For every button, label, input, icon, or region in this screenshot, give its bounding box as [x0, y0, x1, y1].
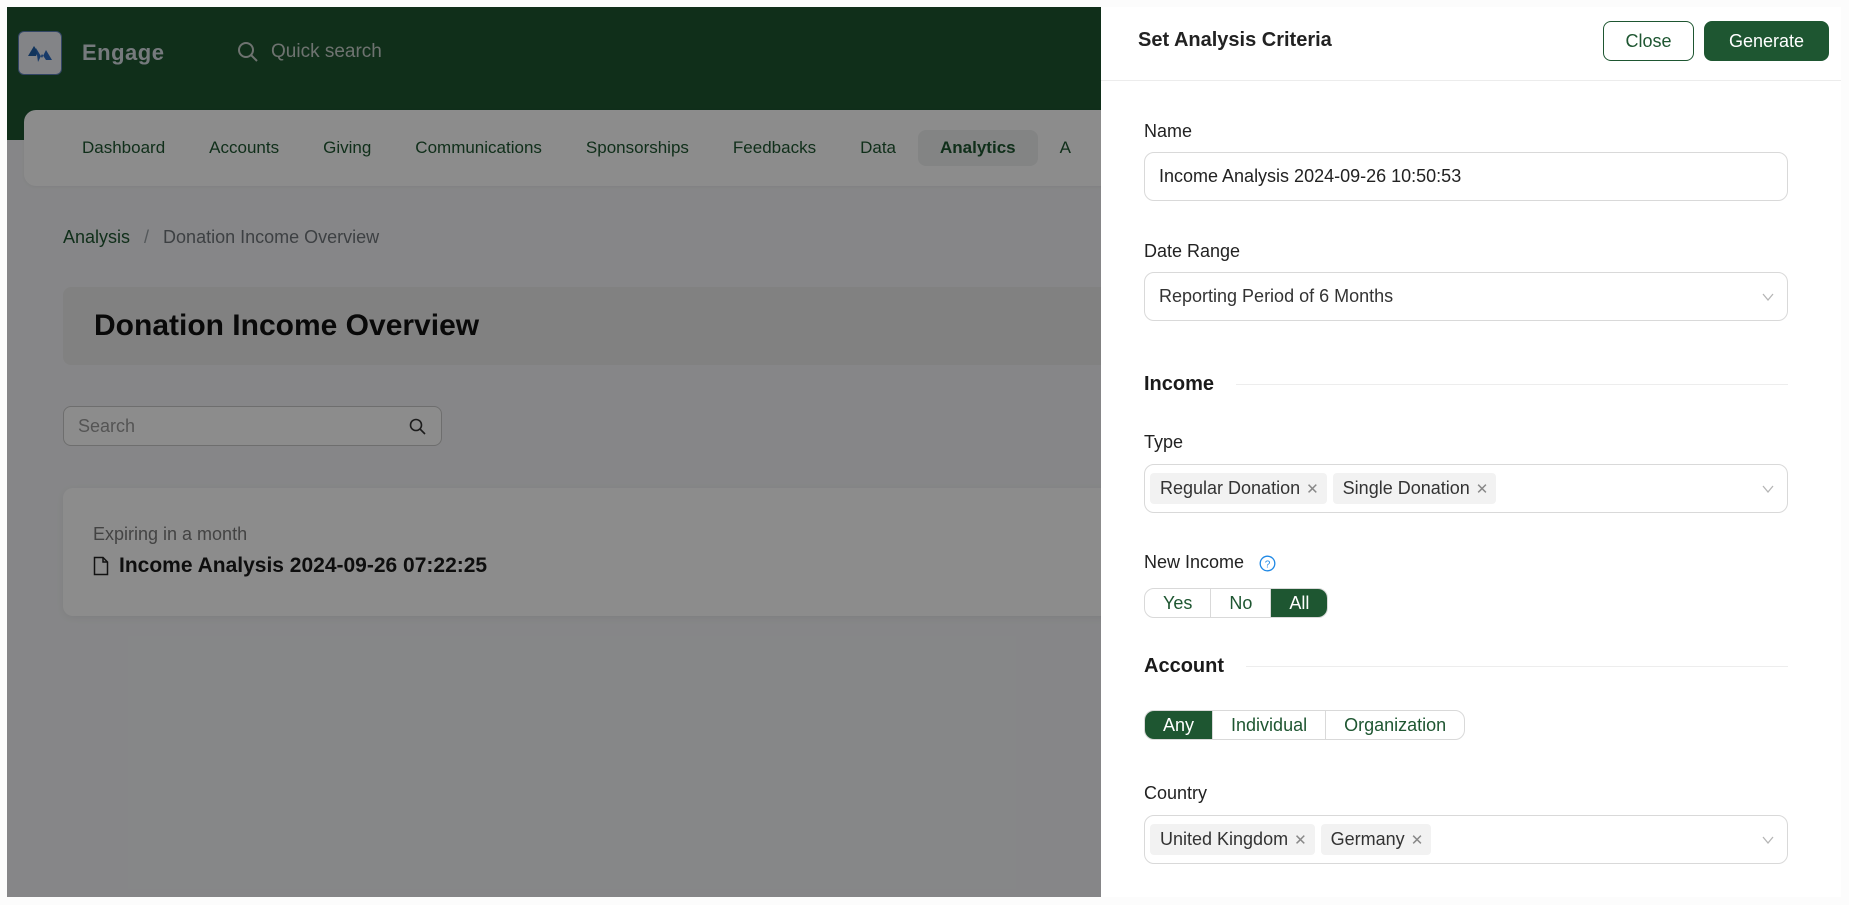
income-section-title: Income [1144, 373, 1215, 395]
country-label: Country [1144, 783, 1208, 803]
account-section-title: Account [1144, 655, 1224, 677]
country-multiselect[interactable]: United Kingdom ✕ Germany ✕ [1144, 815, 1788, 864]
remove-tag-icon[interactable]: ✕ [1476, 480, 1489, 498]
account-section-header: Account [1144, 655, 1788, 678]
drawer-header: Set Analysis Criteria Close Generate [1101, 7, 1841, 81]
new-income-option-yes[interactable]: Yes [1145, 589, 1210, 617]
svg-text:?: ? [1265, 559, 1271, 570]
name-input[interactable] [1159, 166, 1759, 187]
account-type-option-individual[interactable]: Individual [1212, 711, 1325, 739]
type-multiselect[interactable]: Regular Donation ✕ Single Donation ✕ [1144, 464, 1788, 513]
section-divider [1246, 666, 1788, 667]
account-type-option-any[interactable]: Any [1145, 711, 1213, 739]
tag-label: Germany [1330, 829, 1405, 849]
section-divider [1236, 384, 1788, 385]
date-range-label: Date Range [1144, 241, 1241, 261]
name-field[interactable] [1144, 152, 1788, 201]
analysis-criteria-drawer: Set Analysis Criteria Close Generate Nam… [1101, 7, 1841, 897]
help-icon[interactable]: ? [1259, 555, 1276, 572]
date-range-value: Reporting Period of 6 Months [1159, 286, 1394, 306]
chevron-down-icon [1762, 485, 1774, 494]
tag-label: Single Donation [1342, 478, 1470, 498]
account-type-toggle: Any Individual Organization [1144, 710, 1466, 740]
income-type-tags: Regular Donation ✕ Single Donation ✕ [1150, 473, 1497, 504]
country-tag: United Kingdom ✕ [1150, 824, 1315, 855]
chevron-down-icon [1762, 293, 1774, 302]
drawer-title: Set Analysis Criteria [1138, 29, 1332, 51]
type-label: Type [1144, 432, 1184, 452]
remove-tag-icon[interactable]: ✕ [1294, 831, 1307, 849]
chevron-down-icon [1762, 836, 1774, 845]
name-label: Name [1144, 121, 1193, 141]
new-income-toggle: Yes No All [1144, 588, 1329, 618]
new-income-option-no[interactable]: No [1210, 589, 1270, 617]
remove-tag-icon[interactable]: ✕ [1306, 480, 1319, 498]
date-range-select[interactable]: Reporting Period of 6 Months [1144, 272, 1788, 321]
new-income-label: New Income [1144, 552, 1245, 572]
new-income-option-all[interactable]: All [1270, 589, 1328, 617]
income-type-tag: Single Donation ✕ [1332, 473, 1497, 504]
remove-tag-icon[interactable]: ✕ [1411, 831, 1424, 849]
new-income-label-row: New Income ? [1144, 552, 1276, 573]
question-circle-icon: ? [1259, 555, 1276, 572]
income-section-header: Income [1144, 373, 1788, 396]
tag-label: United Kingdom [1160, 829, 1289, 849]
close-button[interactable]: Close [1603, 21, 1694, 61]
generate-button[interactable]: Generate [1704, 21, 1829, 61]
app-frame: Engage Quick search Dashboard Accounts Giv… [7, 7, 1841, 897]
country-tag: Germany ✕ [1320, 824, 1432, 855]
account-type-option-organization[interactable]: Organization [1325, 711, 1464, 739]
income-type-tag: Regular Donation ✕ [1150, 473, 1327, 504]
tag-label: Regular Donation [1160, 478, 1301, 498]
country-tags: United Kingdom ✕ Germany ✕ [1150, 824, 1432, 855]
